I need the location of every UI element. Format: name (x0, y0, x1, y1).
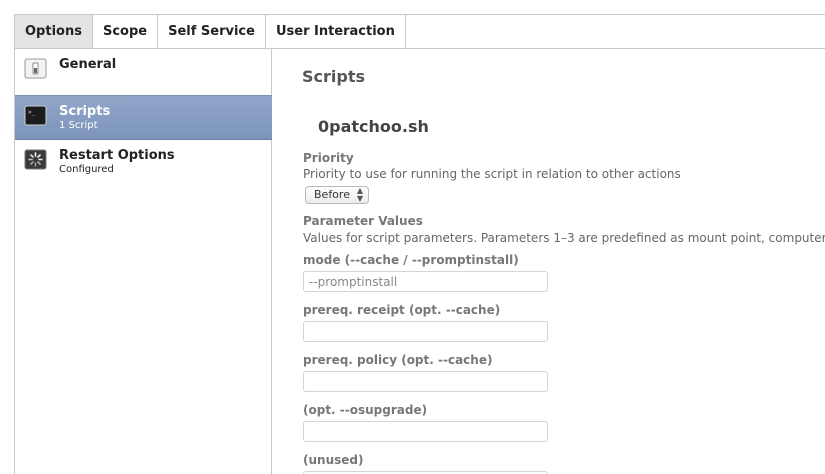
svg-text:>_: >_ (28, 109, 36, 116)
page-title: Scripts (302, 67, 366, 86)
tab-options[interactable]: Options (14, 15, 93, 48)
tab-scope[interactable]: Scope (93, 15, 159, 48)
parameter-values-label: Parameter Values (303, 214, 423, 228)
terminal-icon: >_ (24, 105, 47, 126)
param-6-label: prereq. policy (opt. --cache) (303, 353, 493, 367)
priority-select-value: Before (314, 188, 350, 201)
param-6-input[interactable] (303, 371, 548, 392)
priority-description: Priority to use for running the script i… (303, 167, 681, 181)
priority-select[interactable]: Before ▲ ▼ (305, 186, 369, 204)
sidebar-item-sublabel: Configured (59, 164, 114, 175)
main-panel: Scripts 0patchoo.sh Priority Priority to… (272, 49, 825, 474)
tab-self-service[interactable]: Self Service (158, 15, 266, 48)
tab-bar: Options Scope Self Service User Interact… (14, 14, 825, 49)
param-5-label: prereq. receipt (opt. --cache) (303, 303, 501, 317)
sidebar-item-sublabel: 1 Script (59, 120, 98, 131)
priority-label: Priority (303, 151, 354, 165)
spinner-icon (24, 149, 47, 170)
param-4-label: mode (--cache / --promptinstall) (303, 253, 519, 267)
param-4-input[interactable] (303, 271, 548, 292)
sidebar-item-scripts[interactable]: >_ Scripts 1 Script (15, 95, 272, 140)
sidebar-item-label: Scripts (59, 104, 111, 119)
sidebar-item-label: General (59, 57, 117, 72)
param-5-input[interactable] (303, 321, 548, 342)
sidebar-item-general[interactable]: General (15, 49, 272, 94)
param-7-label: (opt. --osupgrade) (303, 403, 428, 417)
tab-user-interaction[interactable]: User Interaction (266, 15, 406, 48)
sidebar-item-restart-options[interactable]: Restart Options Configured (15, 140, 272, 185)
param-8-label: (unused) (303, 453, 364, 467)
switch-icon (24, 58, 47, 79)
script-name: 0patchoo.sh (318, 117, 429, 136)
param-7-input[interactable] (303, 421, 548, 442)
select-arrows-icon: ▲ ▼ (356, 186, 363, 203)
parameter-values-description: Values for script parameters. Parameters… (303, 231, 825, 245)
sidebar-item-label: Restart Options (59, 148, 175, 163)
sidebar: General >_ Scripts 1 Script Restart Opti… (14, 49, 272, 474)
